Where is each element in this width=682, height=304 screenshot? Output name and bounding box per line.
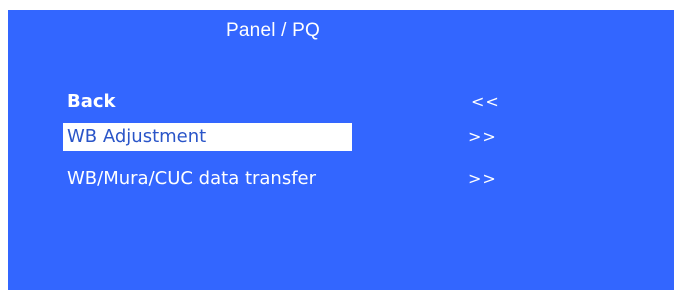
menu-item-wb-adjustment[interactable]: WB Adjustment >>	[63, 123, 623, 151]
menu-item-back[interactable]: Back <<	[63, 88, 623, 116]
menu-item-data-transfer[interactable]: WB/Mura/CUC data transfer >>	[63, 165, 623, 193]
menu-title: Panel / PQ	[226, 20, 320, 41]
menu-item-label: Back	[67, 91, 116, 112]
menu-item-label: WB Adjustment	[63, 123, 352, 151]
submenu-arrow-icon: >>	[468, 127, 497, 146]
osd-menu-panel: Panel / PQ Back << WB Adjustment >> WB/M…	[8, 10, 674, 290]
submenu-arrow-icon: >>	[468, 169, 497, 188]
back-arrow-icon: <<	[471, 92, 500, 111]
menu-item-label: WB/Mura/CUC data transfer	[67, 168, 317, 189]
